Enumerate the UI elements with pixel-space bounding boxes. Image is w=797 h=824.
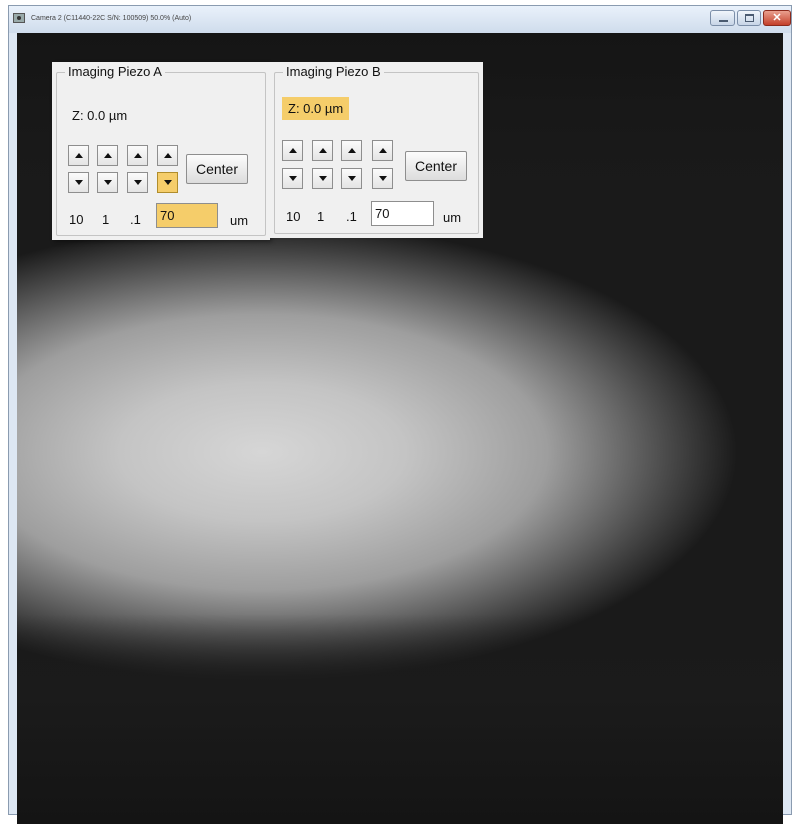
piezo-a-up-0.1-button[interactable] bbox=[127, 145, 148, 166]
piezo-a-up-custom-button[interactable] bbox=[157, 145, 178, 166]
piezo-b-down-10-button[interactable] bbox=[282, 168, 303, 189]
close-icon: ✕ bbox=[772, 12, 782, 24]
piezo-a-step-label-1: 1 bbox=[102, 212, 110, 227]
piezo-a-up-1-button[interactable] bbox=[97, 145, 118, 166]
piezo-b-up-0.1-button[interactable] bbox=[341, 140, 362, 161]
minimize-icon bbox=[719, 20, 728, 22]
piezo-b-up-custom-button[interactable] bbox=[372, 140, 393, 161]
piezo-a-down-custom-button[interactable] bbox=[157, 172, 178, 193]
piezo-a-down-1-button[interactable] bbox=[97, 172, 118, 193]
piezo-a-center-button[interactable]: Center bbox=[186, 154, 248, 184]
piezo-b-step-input[interactable] bbox=[371, 201, 434, 226]
piezo-b-step-label-1: 1 bbox=[317, 209, 325, 224]
piezo-a-z-readout: Z: 0.0 µm bbox=[72, 108, 128, 123]
piezo-a-title: Imaging Piezo A bbox=[65, 64, 165, 79]
piezo-b-step-label-10: 10 bbox=[286, 209, 301, 224]
piezo-a-unit-label: um bbox=[230, 213, 249, 228]
piezo-a-step-label-0.1: .1 bbox=[130, 212, 141, 227]
piezo-b-up-1-button[interactable] bbox=[312, 140, 333, 161]
window-title: Camera 2 (C11440-22C S/N: 100509) 50.0% … bbox=[31, 15, 192, 22]
maximize-button[interactable] bbox=[737, 10, 761, 26]
piezo-a-down-0.1-button[interactable] bbox=[127, 172, 148, 193]
piezo-b-unit-label: um bbox=[443, 210, 462, 225]
piezo-a-down-10-button[interactable] bbox=[68, 172, 89, 193]
close-button[interactable]: ✕ bbox=[763, 10, 791, 26]
piezo-b-z-readout: Z: 0.0 µm bbox=[282, 97, 350, 120]
piezo-a-step-label-10: 10 bbox=[69, 212, 84, 227]
piezo-b-down-1-button[interactable] bbox=[312, 168, 333, 189]
maximize-icon bbox=[745, 14, 754, 22]
image-shading-bottom bbox=[17, 614, 783, 824]
piezo-b-center-button[interactable]: Center bbox=[405, 151, 467, 181]
piezo-a-up-10-button[interactable] bbox=[68, 145, 89, 166]
imaging-piezo-a-panel: Imaging Piezo A Z: 0.0 µm Center 10 1 .1… bbox=[52, 62, 270, 240]
piezo-b-down-custom-button[interactable] bbox=[372, 168, 393, 189]
imaging-piezo-b-panel: Imaging Piezo B Z: 0.0 µm Center 10 1 .1… bbox=[270, 62, 483, 238]
piezo-a-step-input[interactable] bbox=[156, 203, 218, 228]
piezo-b-up-10-button[interactable] bbox=[282, 140, 303, 161]
title-bar[interactable]: Camera 2 (C11440-22C S/N: 100509) 50.0% … bbox=[9, 6, 791, 33]
camera-icon bbox=[13, 13, 25, 23]
piezo-b-down-0.1-button[interactable] bbox=[341, 168, 362, 189]
minimize-button[interactable] bbox=[710, 10, 735, 26]
piezo-b-title: Imaging Piezo B bbox=[283, 64, 384, 79]
piezo-b-step-label-0.1: .1 bbox=[346, 209, 357, 224]
